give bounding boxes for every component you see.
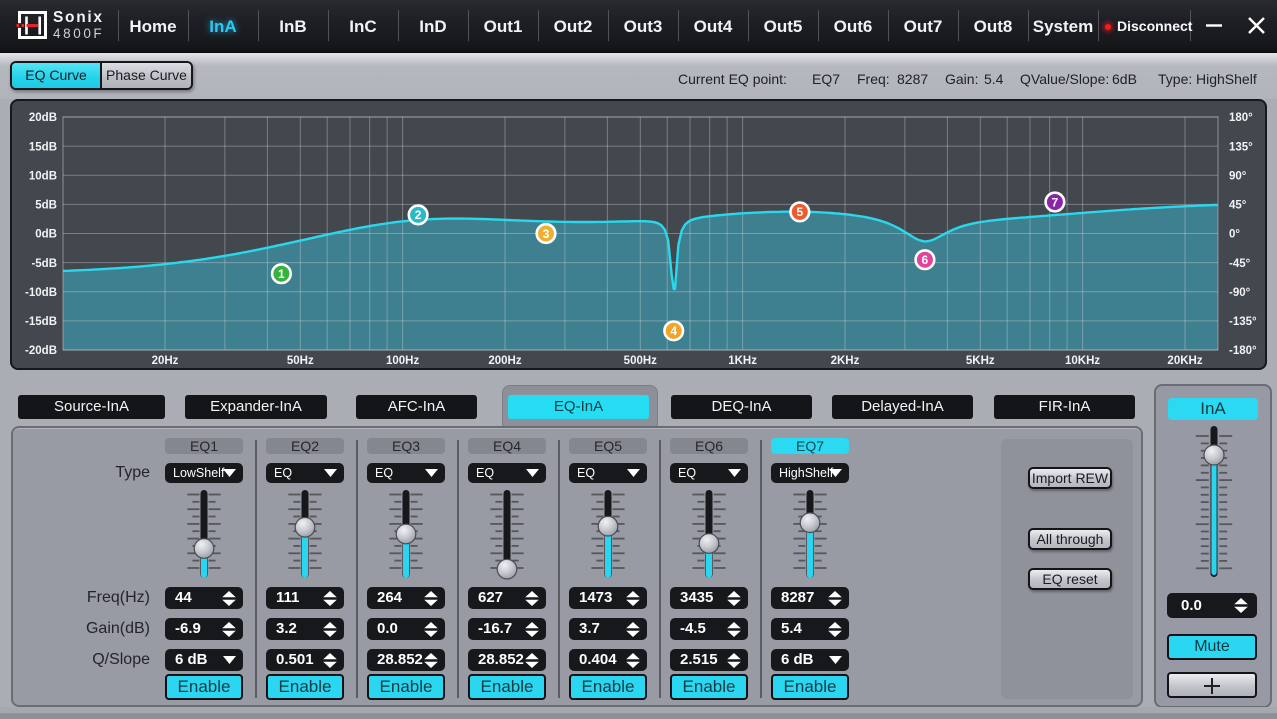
svg-text:-45°: -45° [1229,258,1251,270]
svg-text:3: 3 [543,227,550,241]
svg-text:1KHz: 1KHz [728,355,757,367]
svg-text:4: 4 [670,324,677,338]
svg-text:500Hz: 500Hz [624,355,657,367]
svg-text:50Hz: 50Hz [287,355,314,367]
svg-text:20KHz: 20KHz [1167,355,1202,367]
svg-text:0°: 0° [1229,229,1240,241]
svg-text:7: 7 [1052,195,1059,209]
svg-text:2: 2 [415,208,422,222]
svg-text:2KHz: 2KHz [831,355,860,367]
svg-text:5KHz: 5KHz [966,355,995,367]
svg-text:10dB: 10dB [29,171,57,183]
svg-text:45°: 45° [1229,200,1247,212]
svg-text:135°: 135° [1229,141,1253,153]
svg-text:-180°: -180° [1229,345,1257,357]
svg-text:5: 5 [796,205,803,219]
svg-text:20dB: 20dB [29,112,57,124]
svg-text:-15dB: -15dB [25,316,57,328]
svg-text:-90°: -90° [1229,287,1251,299]
svg-text:15dB: 15dB [29,141,57,153]
svg-text:180°: 180° [1229,112,1253,124]
svg-text:1: 1 [278,267,285,281]
svg-text:20Hz: 20Hz [152,355,179,367]
svg-text:-135°: -135° [1229,316,1257,328]
svg-text:5dB: 5dB [35,200,57,212]
svg-text:6: 6 [922,253,929,267]
svg-text:-10dB: -10dB [25,287,57,299]
svg-text:10KHz: 10KHz [1065,355,1100,367]
svg-text:200Hz: 200Hz [488,355,521,367]
svg-text:100Hz: 100Hz [386,355,419,367]
svg-text:-5dB: -5dB [31,258,57,270]
svg-text:90°: 90° [1229,171,1247,183]
svg-text:-20dB: -20dB [25,345,57,357]
svg-text:0dB: 0dB [35,229,57,241]
